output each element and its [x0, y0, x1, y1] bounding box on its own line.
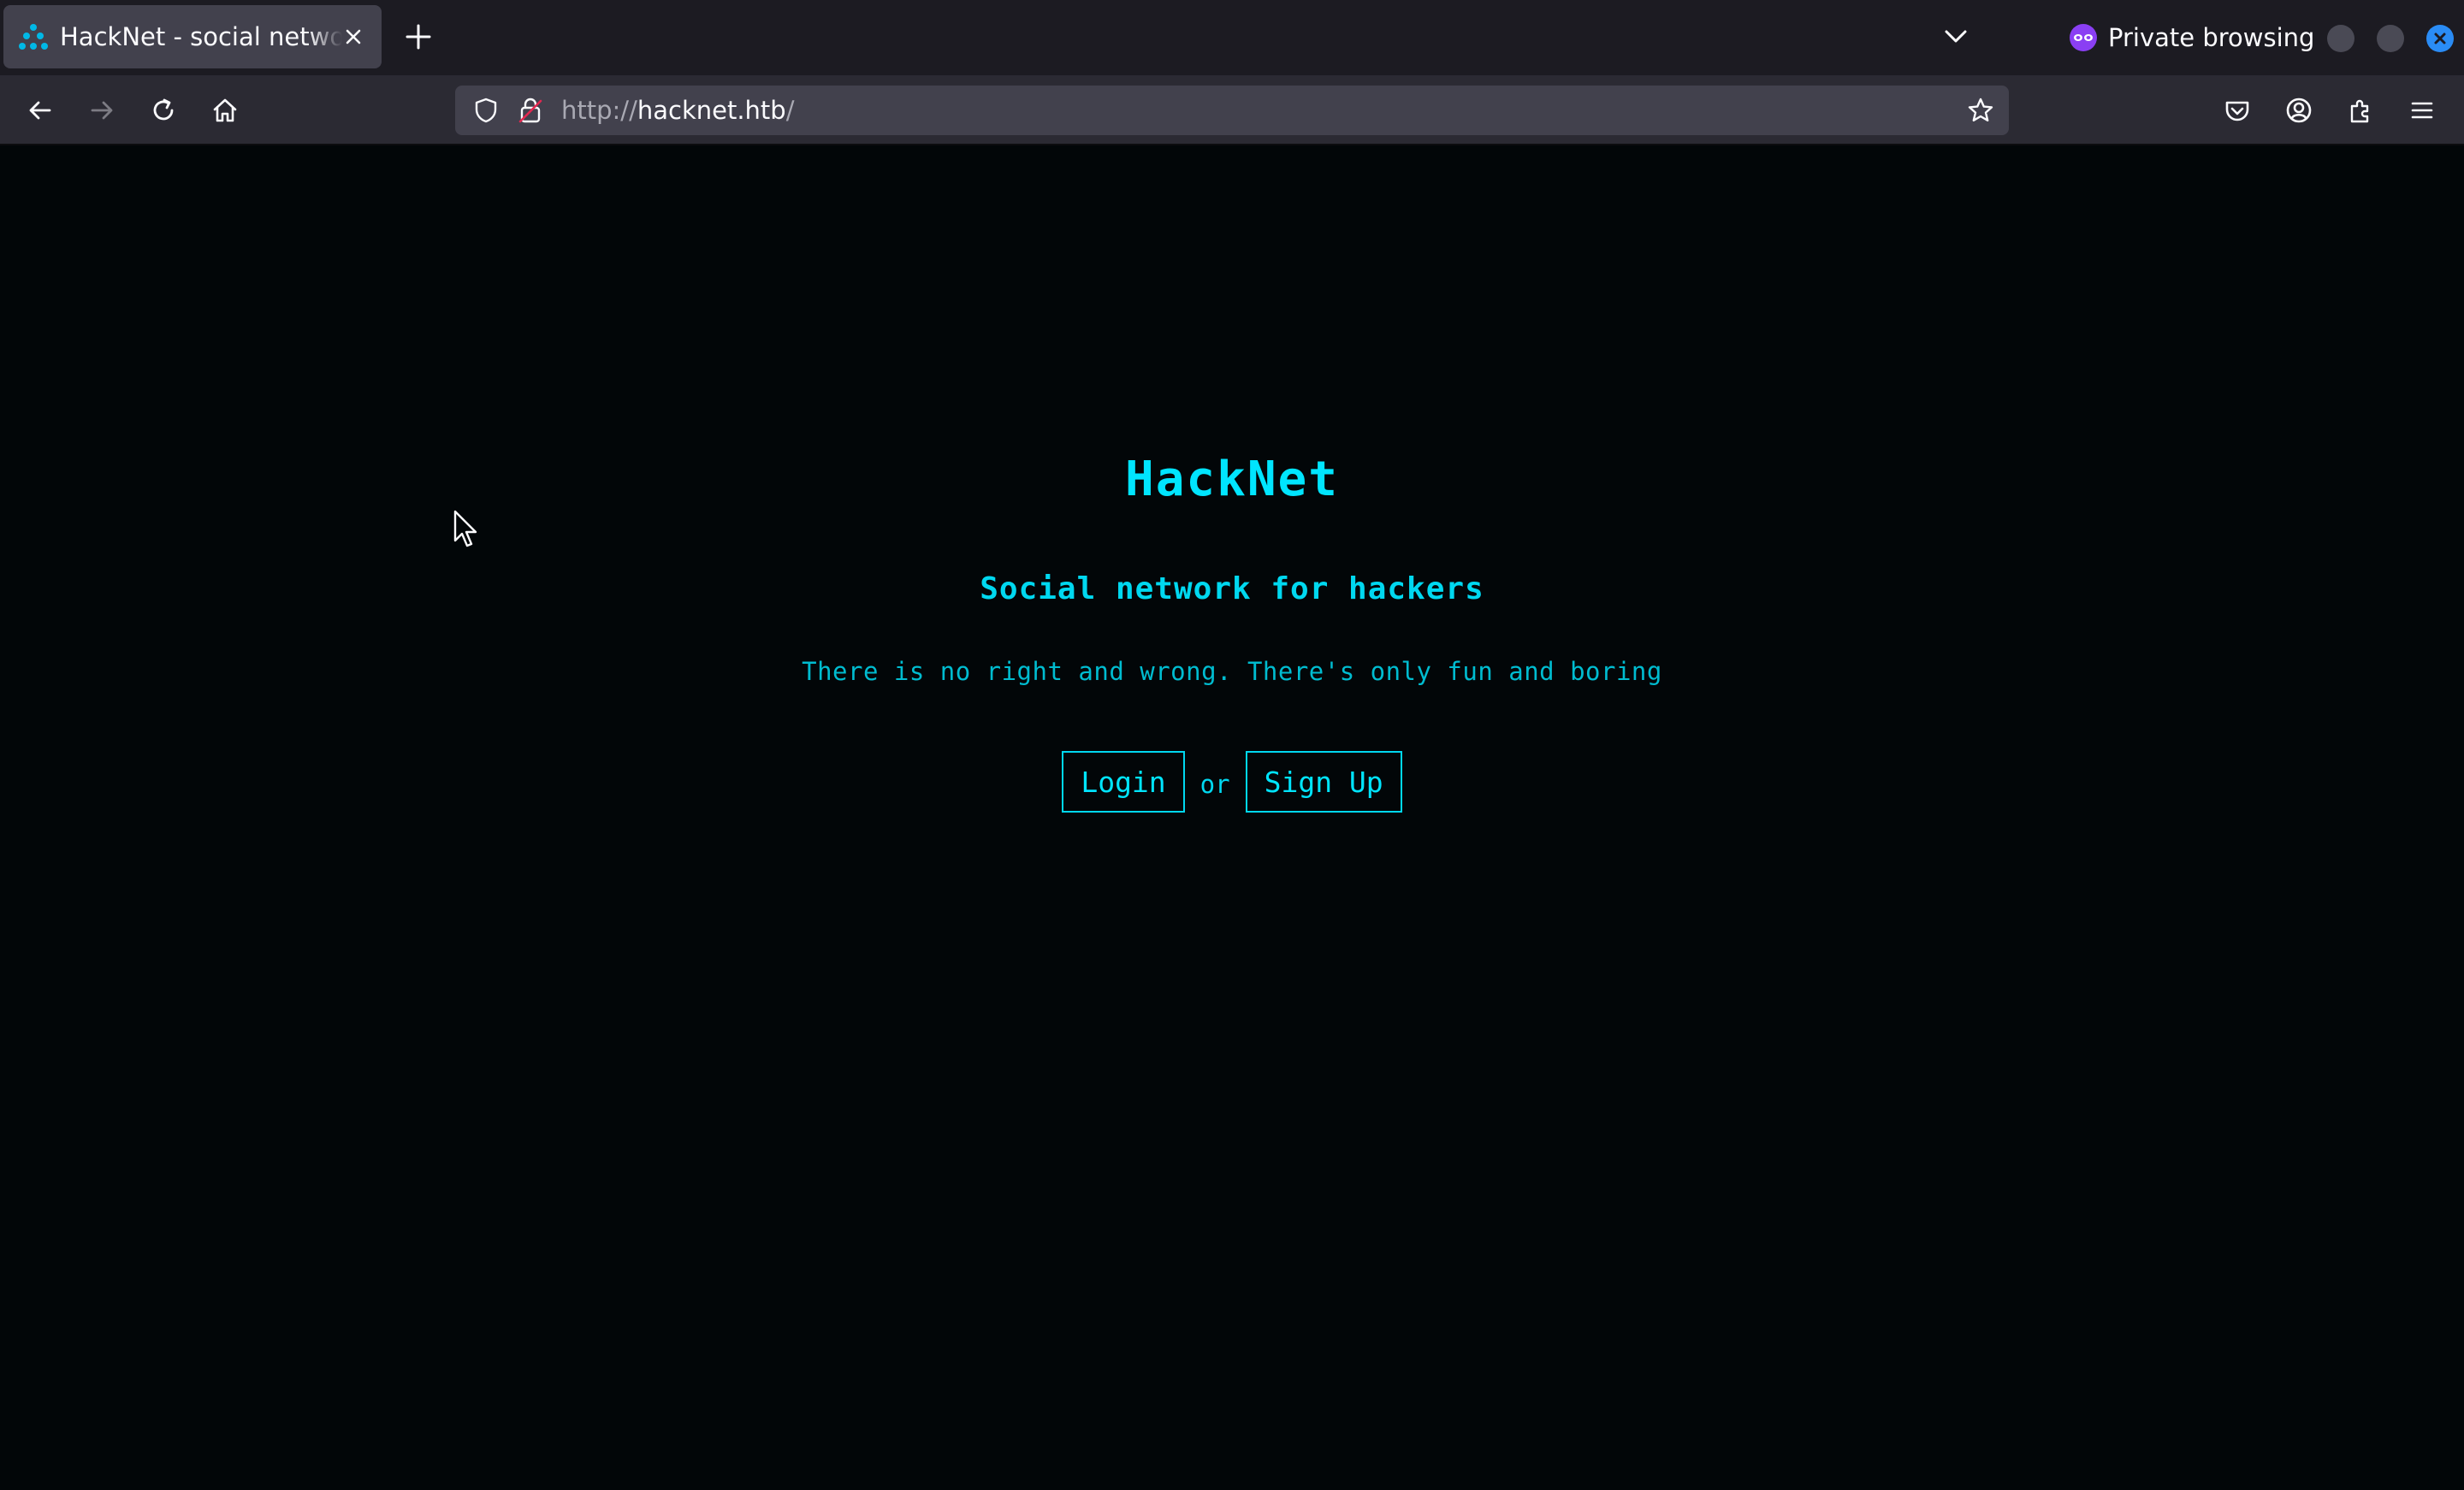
private-mask-icon — [2070, 24, 2097, 51]
hamburger-menu-icon[interactable] — [2408, 96, 2437, 125]
url-bar[interactable]: http://hacknet.htb/ — [455, 86, 2009, 135]
url-text[interactable]: http://hacknet.htb/ — [561, 96, 794, 125]
url-host: hacknet.htb — [637, 96, 786, 125]
private-browsing-indicator: Private browsing — [2069, 19, 2314, 56]
close-icon — [2434, 33, 2446, 44]
chevron-down-icon[interactable] — [1942, 22, 1969, 50]
private-browsing-label: Private browsing — [2108, 23, 2315, 52]
page-viewport: HackNet Social network for hackers There… — [0, 145, 2464, 1490]
insecure-lock-icon[interactable] — [517, 96, 544, 125]
reload-icon[interactable] — [149, 96, 178, 125]
forward-arrow-icon[interactable] — [87, 96, 116, 125]
pocket-icon[interactable] — [2223, 96, 2252, 125]
back-arrow-icon[interactable] — [26, 96, 55, 125]
account-icon[interactable] — [2284, 96, 2313, 125]
tab-strip: HackNet - social network for hackers Pri… — [0, 0, 2464, 75]
or-separator: or — [1199, 770, 1230, 799]
site-subtitle: Social network for hackers — [980, 571, 1484, 606]
star-icon[interactable] — [1966, 96, 1995, 125]
extensions-icon[interactable] — [2346, 96, 2375, 125]
home-icon[interactable] — [210, 96, 240, 125]
close-icon[interactable] — [341, 24, 366, 50]
site-tagline: There is no right and wrong. There's onl… — [802, 657, 1662, 686]
url-scheme: http:// — [561, 96, 637, 125]
url-path: / — [785, 96, 795, 125]
mouse-cursor-icon — [453, 510, 477, 547]
login-button[interactable]: Login — [1062, 751, 1185, 813]
window-minimize-button[interactable] — [2327, 25, 2354, 52]
plus-icon[interactable] — [402, 21, 435, 53]
signup-button[interactable]: Sign Up — [1245, 751, 1402, 813]
tab-title: HackNet - social network for hackers — [60, 22, 342, 51]
window-maximize-button[interactable] — [2377, 25, 2404, 52]
browser-tab-active[interactable]: HackNet - social network for hackers — [3, 5, 382, 68]
hacknet-favicon — [19, 24, 48, 50]
site-title: HackNet — [1124, 452, 1339, 507]
shield-icon[interactable] — [472, 97, 500, 124]
navigation-toolbar: http://hacknet.htb/ — [0, 75, 2464, 145]
auth-actions: Login or Sign Up — [0, 751, 2464, 813]
window-close-button[interactable] — [2426, 25, 2454, 52]
